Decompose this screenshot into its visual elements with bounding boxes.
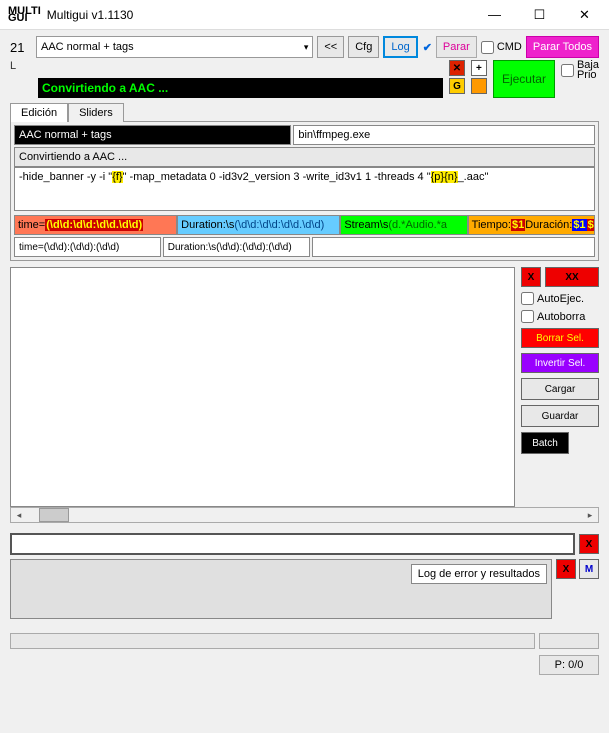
delete-all-button[interactable]: XX xyxy=(545,267,599,287)
progress-bar-small xyxy=(539,633,599,649)
batch-button[interactable]: Batch xyxy=(521,432,569,454)
regex-empty-plain[interactable] xyxy=(312,237,596,257)
chevron-down-icon: ▾ xyxy=(304,42,309,53)
status-bar: Convirtiendo a AAC ... xyxy=(38,78,443,98)
footer: P: 0/0 xyxy=(10,655,599,675)
progress-bar-main xyxy=(10,633,535,649)
command-line-field[interactable]: -hide_banner -y -i "{f}" -map_metadata 0… xyxy=(14,167,595,211)
autoexec-checkbox[interactable]: AutoEjec. xyxy=(521,292,599,305)
mini-square-button[interactable] xyxy=(471,78,487,94)
mini-g-button[interactable]: G xyxy=(449,78,465,94)
log-output[interactable]: Log de error y resultados xyxy=(10,559,552,619)
log-row: Log de error y resultados X M xyxy=(10,559,599,619)
cfg-button[interactable]: Cfg xyxy=(348,36,379,58)
tab-edicion[interactable]: Edición xyxy=(10,103,68,122)
app-logo: MULTIGUI xyxy=(8,8,41,22)
regex-time-field[interactable]: time=(\d\d:\d\d:\d\d.\d\d) xyxy=(14,215,177,235)
input-row: X xyxy=(10,533,599,555)
mini-x-button[interactable]: ✕ xyxy=(449,60,465,76)
mini-plus-button[interactable]: + xyxy=(471,60,487,76)
rewind-button[interactable]: << xyxy=(317,36,344,58)
log-check-icon: ✔ xyxy=(423,41,432,54)
scroll-right-icon[interactable]: ▸ xyxy=(582,508,598,522)
side-panel: X XX AutoEjec. Autoborra Borrar Sel. Inv… xyxy=(521,267,599,507)
preset-combo[interactable]: AAC normal + tags ▾ xyxy=(36,36,313,58)
titlebar: MULTIGUI Multigui v1.1130 — ☐ ✕ xyxy=(0,0,609,30)
window-title: Multigui v1.1130 xyxy=(47,8,472,22)
tab-sliders[interactable]: Sliders xyxy=(68,103,124,122)
regex-output-field[interactable]: Tiempo: $1 Duración: $1 $1 xyxy=(468,215,595,235)
tab-panel-edicion: AAC normal + tags bin\ffmpeg.exe Convirt… xyxy=(10,121,599,261)
save-button[interactable]: Guardar xyxy=(521,405,599,427)
m-button[interactable]: M xyxy=(579,559,599,579)
file-listbox[interactable] xyxy=(10,267,515,507)
scroll-thumb[interactable] xyxy=(39,508,69,522)
delete-selection-button[interactable]: Borrar Sel. xyxy=(521,328,599,348)
close-button[interactable]: ✕ xyxy=(562,1,607,29)
maximize-button[interactable]: ☐ xyxy=(517,1,562,29)
mini-buttons-col2: + xyxy=(471,60,487,94)
preset-combo-value: AAC normal + tags xyxy=(41,41,134,53)
regex-duration-plain[interactable]: Duration:\s(\d\d):(\d\d):(\d\d) xyxy=(163,237,310,257)
minimize-button[interactable]: — xyxy=(472,1,517,29)
command-input[interactable] xyxy=(10,533,575,555)
regex-stream-field[interactable]: Stream\s(d.*Audio.*a xyxy=(340,215,467,235)
page-counter: P: 0/0 xyxy=(539,655,599,675)
log-button[interactable]: Log xyxy=(383,36,417,58)
regex-time-plain[interactable]: time=(\d\d):(\d\d):(\d\d) xyxy=(14,237,161,257)
regex-color-row: time=(\d\d:\d\d:\d\d.\d\d) Duration:\s(\… xyxy=(14,215,595,235)
binary-path-field[interactable]: bin\ffmpeg.exe xyxy=(293,125,595,145)
clear-input-button[interactable]: X xyxy=(579,534,599,554)
preset-number: 21 xyxy=(10,40,32,55)
status-template-field[interactable]: Convirtiendo a AAC ... xyxy=(14,147,595,167)
execute-button[interactable]: Ejecutar xyxy=(493,60,555,98)
regex-duration-field[interactable]: Duration:\s(\d\d:\d\d:\d\d.\d\d) xyxy=(177,215,340,235)
stop-all-button[interactable]: Parar Todos xyxy=(526,36,599,58)
main-area: X XX AutoEjec. Autoborra Borrar Sel. Inv… xyxy=(10,267,599,507)
stop-button[interactable]: Parar xyxy=(436,36,477,58)
l-label: L xyxy=(10,60,32,72)
toolbar-row-1: 21 AAC normal + tags ▾ << Cfg Log ✔ Para… xyxy=(0,30,609,60)
list-scrollbar[interactable]: ◂ ▸ xyxy=(10,507,599,523)
log-tooltip: Log de error y resultados xyxy=(411,564,547,584)
autodelete-checkbox[interactable]: Autoborra xyxy=(521,310,599,323)
cmd-checkbox[interactable]: CMD xyxy=(481,41,522,54)
mini-buttons-col1: ✕ G xyxy=(449,60,465,94)
load-button[interactable]: Cargar xyxy=(521,378,599,400)
tab-strip: Edición Sliders xyxy=(0,102,609,121)
low-priority-checkbox[interactable]: BajaPrio xyxy=(561,60,599,80)
regex-plain-row: time=(\d\d):(\d\d):(\d\d) Duration:\s(\d… xyxy=(14,237,595,257)
clear-log-button[interactable]: X xyxy=(556,559,576,579)
preset-name-field[interactable]: AAC normal + tags xyxy=(14,125,291,145)
scroll-left-icon[interactable]: ◂ xyxy=(11,508,27,522)
toolbar-row-2: L Convirtiendo a AAC ... ✕ G + Ejecutar … xyxy=(0,60,609,102)
invert-selection-button[interactable]: Invertir Sel. xyxy=(521,353,599,373)
progress-row xyxy=(10,633,599,649)
delete-one-button[interactable]: X xyxy=(521,267,541,287)
